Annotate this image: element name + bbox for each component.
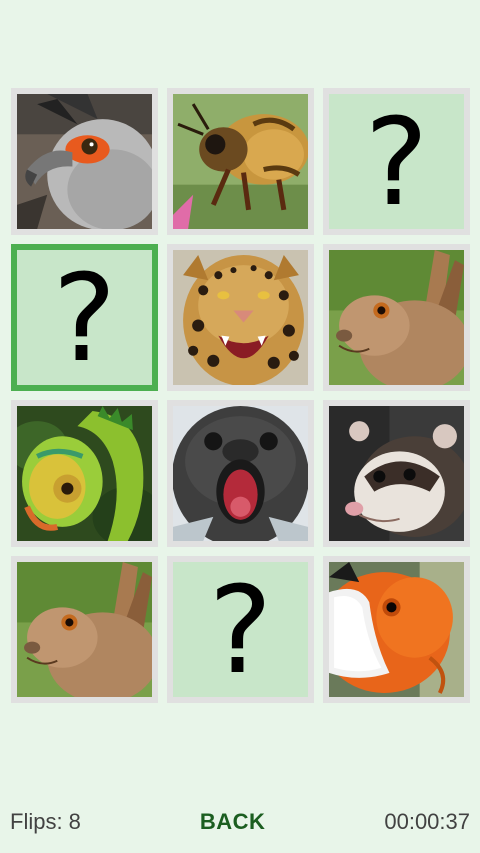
card-bee[interactable] bbox=[167, 88, 314, 235]
card-hidden-2[interactable]: ? bbox=[167, 556, 314, 703]
card-back: ? bbox=[173, 562, 308, 697]
card-grid: ? ? ? bbox=[11, 88, 470, 703]
question-mark-icon: ? bbox=[208, 562, 273, 697]
hare-image bbox=[329, 250, 464, 385]
card-clownfish[interactable] bbox=[323, 556, 470, 703]
elapsed-timer: 00:00:37 bbox=[384, 809, 470, 834]
card-jaguar[interactable] bbox=[167, 244, 314, 391]
status-bar: Flips: 8 BACK 00:00:37 bbox=[0, 800, 480, 844]
flips-counter: Flips: 8 bbox=[10, 809, 81, 834]
jaguar-image bbox=[173, 250, 308, 385]
chameleon-image bbox=[17, 406, 152, 541]
card-ferret[interactable] bbox=[323, 400, 470, 547]
card-hare-1[interactable] bbox=[323, 244, 470, 391]
card-hidden-1[interactable]: ? bbox=[323, 88, 470, 235]
question-mark-icon: ? bbox=[52, 250, 117, 385]
bee-image bbox=[173, 94, 308, 229]
question-mark-icon: ? bbox=[364, 94, 429, 229]
secretary-bird-image bbox=[17, 94, 152, 229]
card-back: ? bbox=[17, 250, 152, 385]
ferret-image bbox=[329, 406, 464, 541]
hare-image bbox=[17, 562, 152, 697]
card-seal[interactable] bbox=[167, 400, 314, 547]
seal-image bbox=[173, 406, 308, 541]
card-hare-2[interactable] bbox=[11, 556, 158, 703]
card-chameleon[interactable] bbox=[11, 400, 158, 547]
card-secretary-bird[interactable] bbox=[11, 88, 158, 235]
card-back: ? bbox=[329, 94, 464, 229]
card-hidden-selected[interactable]: ? bbox=[11, 244, 158, 391]
clownfish-image bbox=[329, 562, 464, 697]
back-button[interactable]: BACK bbox=[200, 809, 266, 835]
